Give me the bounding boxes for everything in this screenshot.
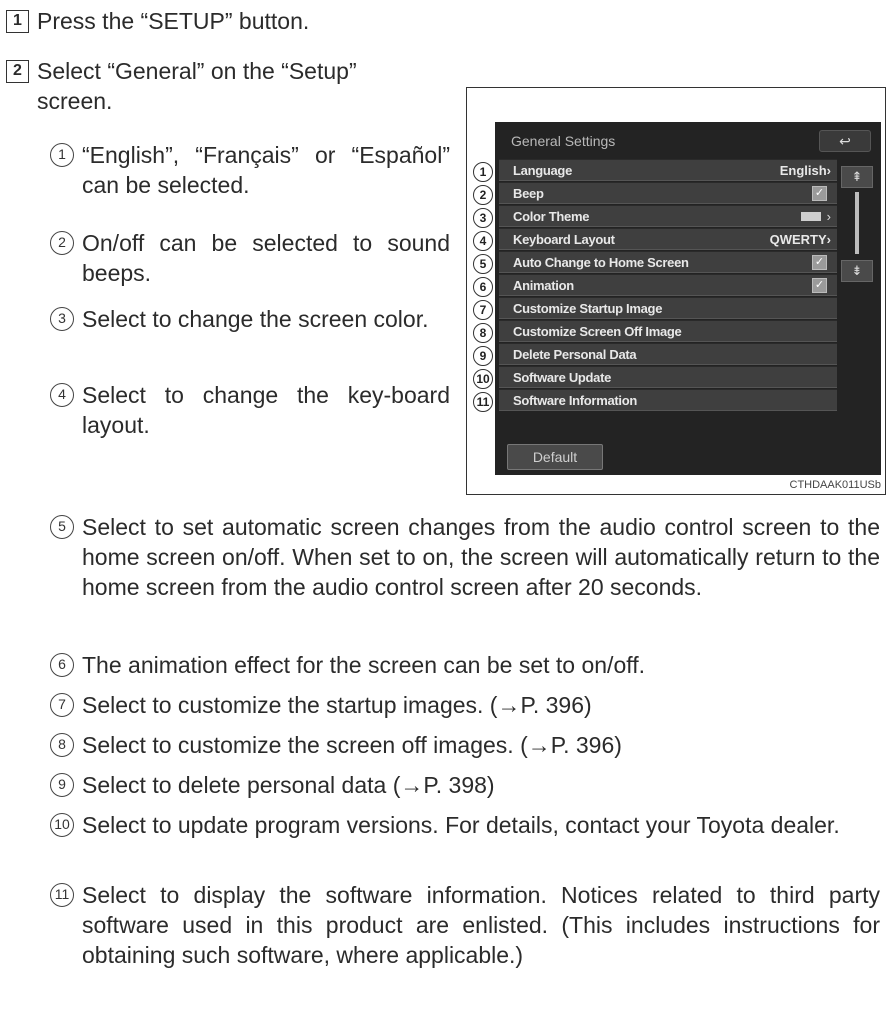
chevron-right-icon: › xyxy=(826,209,831,224)
scroll-up-icon: ⇞ xyxy=(851,169,863,184)
row-label: Software Information xyxy=(513,393,638,408)
figure-code: CTHDAAK011USb xyxy=(789,479,882,491)
callout-number: 4 xyxy=(473,231,493,251)
list-item: 6 The animation effect for the screen ca… xyxy=(50,650,880,680)
settings-row-software-update[interactable]: Software Update xyxy=(499,366,837,388)
step-text-line: screen. xyxy=(37,88,113,114)
row-label: Animation xyxy=(513,278,574,293)
checkbox[interactable]: ✓ xyxy=(812,278,827,293)
list-item: 2 On/off can be selected to sound beeps. xyxy=(50,228,450,288)
step-text: Press the “SETUP” button. xyxy=(37,8,310,34)
item-number: 1 xyxy=(50,143,74,167)
list-item: 7 Select to customize the startup images… xyxy=(50,690,880,720)
row-value: QWERTY› xyxy=(769,232,831,247)
item-text: Select to change the key-board layout. xyxy=(82,382,450,438)
step-number: 1 xyxy=(6,10,29,33)
list-item: 10 Select to update program versions. Fo… xyxy=(50,810,880,840)
screen-title: General Settings xyxy=(511,133,616,149)
step-text-line: Select “General” on the “Setup” xyxy=(37,58,357,84)
item-text: The animation effect for the screen can … xyxy=(82,652,645,678)
settings-row-animation[interactable]: Animation ✓ xyxy=(499,274,837,296)
callout-number: 6 xyxy=(473,277,493,297)
item-text: Select to customize the screen off image… xyxy=(82,732,622,758)
settings-row-language[interactable]: Language English› xyxy=(499,159,837,181)
list-item: 4 Select to change the key-board layout. xyxy=(50,380,450,440)
item-number: 7 xyxy=(50,693,74,717)
item-text: Select to delete personal data (→P. 398) xyxy=(82,772,495,798)
settings-row-screen-off-image[interactable]: Customize Screen Off Image xyxy=(499,320,837,342)
row-label: Software Update xyxy=(513,370,612,385)
callout-number: 5 xyxy=(473,254,493,274)
list-item: 1 “English”, “Français” or “Español” can… xyxy=(50,140,450,200)
settings-row-delete-data[interactable]: Delete Personal Data xyxy=(499,343,837,365)
callout-number: 11 xyxy=(473,392,493,412)
callout-number: 9 xyxy=(473,346,493,366)
settings-screenshot-figure: General Settings ↩ Language English› Bee… xyxy=(466,87,886,495)
item-number: 4 xyxy=(50,383,74,407)
callout-number: 7 xyxy=(473,300,493,320)
checkbox[interactable]: ✓ xyxy=(812,186,827,201)
row-label: Customize Startup Image xyxy=(513,301,663,316)
row-label: Color Theme xyxy=(513,209,590,224)
list-item: 9 Select to delete personal data (→P. 39… xyxy=(50,770,880,800)
callout-number: 1 xyxy=(473,162,493,182)
step-2: 2 Select “General” on the “Setup” screen… xyxy=(0,56,357,116)
row-label: Auto Change to Home Screen xyxy=(513,255,689,270)
list-item: 5 Select to set automatic screen changes… xyxy=(50,512,880,602)
scroll-down-icon: ⇟ xyxy=(851,263,863,278)
scroll-down-button[interactable]: ⇟ xyxy=(841,260,873,282)
scroll-up-button[interactable]: ⇞ xyxy=(841,166,873,188)
row-label: Beep xyxy=(513,186,544,201)
callout-number: 10 xyxy=(473,369,493,389)
settings-row-color-theme[interactable]: Color Theme › xyxy=(499,205,837,227)
list-item: 11 Select to display the software inform… xyxy=(50,880,880,970)
row-label: Language xyxy=(513,163,572,178)
item-text: Select to customize the startup images. … xyxy=(82,692,592,718)
checkbox[interactable]: ✓ xyxy=(812,255,827,270)
row-label: Delete Personal Data xyxy=(513,347,637,362)
item-text: Select to set automatic screen changes f… xyxy=(82,514,880,600)
row-label: Customize Screen Off Image xyxy=(513,324,682,339)
item-number: 2 xyxy=(50,231,74,255)
settings-row-software-info[interactable]: Software Information xyxy=(499,389,837,411)
settings-row-beep[interactable]: Beep ✓ xyxy=(499,182,837,204)
step-number: 2 xyxy=(6,60,29,83)
item-number: 9 xyxy=(50,773,74,797)
list-item: 3 Select to change the screen color. xyxy=(50,304,450,334)
row-label: Keyboard Layout xyxy=(513,232,615,247)
general-settings-screen: General Settings ↩ Language English› Bee… xyxy=(495,122,881,475)
item-text: Select to update program versions. For d… xyxy=(82,812,840,838)
item-number: 6 xyxy=(50,653,74,677)
settings-row-startup-image[interactable]: Customize Startup Image xyxy=(499,297,837,319)
back-icon: ↩ xyxy=(839,133,851,149)
back-button[interactable]: ↩ xyxy=(819,130,871,152)
item-text: On/off can be selected to sound beeps. xyxy=(82,230,450,286)
item-text: Select to display the software informati… xyxy=(82,882,880,968)
step-1: 1 Press the “SETUP” button. xyxy=(0,6,309,36)
color-swatch xyxy=(801,212,821,221)
item-number: 11 xyxy=(50,883,74,907)
step-text: Select “General” on the “Setup” screen. xyxy=(37,56,357,116)
item-number: 5 xyxy=(50,515,74,539)
callout-number: 3 xyxy=(473,208,493,228)
settings-row-auto-change[interactable]: Auto Change to Home Screen ✓ xyxy=(499,251,837,273)
item-text: “English”, “Français” or “Español” can b… xyxy=(82,142,450,198)
callout-number: 8 xyxy=(473,323,493,343)
list-item: 8 Select to customize the screen off ima… xyxy=(50,730,880,760)
callout-number: 2 xyxy=(473,185,493,205)
item-text: Select to change the screen color. xyxy=(82,306,429,332)
scrollbar[interactable] xyxy=(855,192,859,254)
settings-row-keyboard-layout[interactable]: Keyboard Layout QWERTY› xyxy=(499,228,837,250)
item-number: 10 xyxy=(50,813,74,837)
item-number: 8 xyxy=(50,733,74,757)
row-value: English› xyxy=(779,163,831,178)
item-number: 3 xyxy=(50,307,74,331)
default-button[interactable]: Default xyxy=(507,444,603,470)
